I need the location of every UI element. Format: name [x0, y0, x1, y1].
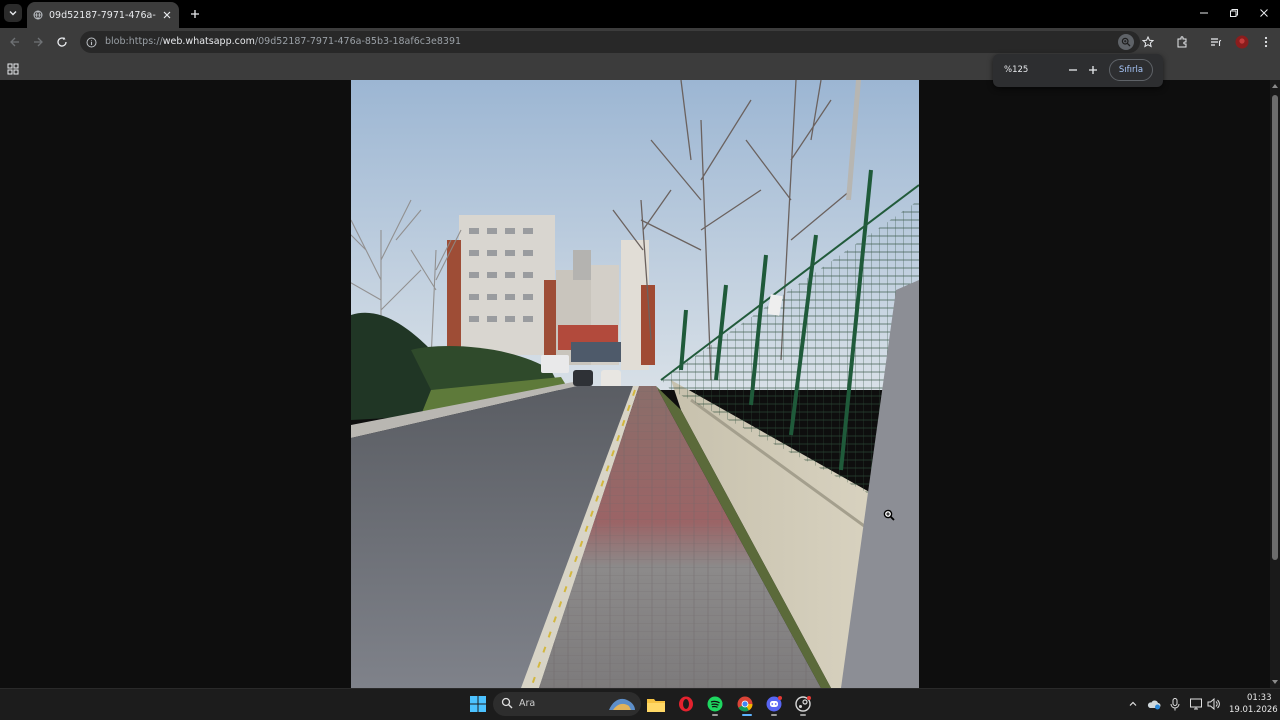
zoom-in-cursor-icon [883, 509, 895, 521]
url-scheme: blob:https:// [105, 36, 163, 47]
clock-date[interactable]: 19.01.2026 [1229, 705, 1278, 715]
new-tab-button[interactable] [187, 6, 203, 22]
reload-icon [57, 37, 67, 47]
search-icon [501, 697, 513, 709]
chrome-icon[interactable] [735, 694, 755, 714]
avatar-icon [1235, 35, 1249, 49]
search-highlight-icon [609, 698, 635, 710]
url-host: web.whatsapp.com [162, 36, 255, 47]
url-text[interactable]: blob:https://web.whatsapp.com/09d52187-7… [105, 36, 461, 47]
volume-icon[interactable] [1206, 697, 1220, 711]
zoom-in-button[interactable] [1085, 62, 1101, 78]
onedrive-cloud-icon[interactable] [1147, 697, 1161, 711]
steam-icon[interactable] [793, 694, 813, 714]
bookmark-star-icon[interactable] [1140, 34, 1156, 50]
back-button[interactable] [6, 33, 24, 51]
tray-overflow-chevron-icon[interactable] [1126, 697, 1140, 711]
tab-search-button[interactable] [4, 4, 22, 22]
forward-button[interactable] [29, 33, 47, 51]
discord-icon[interactable] [764, 694, 784, 714]
clock-time[interactable]: 01:33 [1247, 693, 1272, 703]
restore-icon [1230, 9, 1238, 17]
browser-tab[interactable]: 09d52187-7971-476a-85b3-18af6c3e8391 [27, 2, 179, 28]
zoom-out-button[interactable] [1065, 62, 1081, 78]
zoom-icon[interactable] [1118, 34, 1134, 50]
playlist-icon [1211, 38, 1222, 46]
opera-icon[interactable] [676, 694, 696, 714]
extensions-button[interactable] [1173, 33, 1191, 51]
scroll-up-icon[interactable] [1271, 82, 1279, 90]
scroll-down-icon[interactable] [1271, 678, 1279, 686]
arrow-left-icon [10, 37, 19, 47]
plus-icon [1089, 66, 1097, 74]
restore-button[interactable] [1224, 4, 1244, 22]
apps-grid-icon[interactable] [7, 60, 21, 75]
windows-start-icon[interactable] [468, 694, 488, 714]
chevron-down-icon [9, 11, 17, 16]
tab-title: 09d52187-7971-476a-85b3-18af6c3e8391 [49, 9, 156, 21]
street-photo[interactable] [351, 80, 919, 688]
file-explorer-icon[interactable] [646, 694, 666, 714]
scrollbar-thumb[interactable] [1272, 95, 1278, 560]
url-path: /09d52187-7971-476a-85b3-18af6c3e8391 [254, 36, 462, 47]
minimize-icon [1200, 12, 1208, 14]
globe-icon [33, 10, 43, 20]
running-app-indicator [712, 714, 718, 716]
plus-icon [191, 10, 199, 18]
search-placeholder: Ara [519, 698, 536, 709]
microphone-icon[interactable] [1168, 697, 1182, 711]
arrow-right-icon [34, 37, 43, 47]
menu-button[interactable] [1257, 33, 1275, 51]
profile-avatar[interactable] [1233, 33, 1251, 51]
active-app-indicator [742, 714, 752, 716]
kebab-menu-icon [1264, 36, 1268, 48]
zoom-popup: %125 Sıfırla [993, 54, 1163, 87]
close-window-button[interactable] [1254, 4, 1274, 22]
zoom-level: %125 [1004, 65, 1029, 75]
site-info-icon[interactable] [84, 35, 98, 49]
close-icon[interactable] [162, 9, 173, 21]
running-app-indicator [771, 714, 777, 716]
reload-button[interactable] [53, 33, 71, 51]
puzzle-icon [1177, 36, 1187, 48]
zoom-reset-button[interactable]: Sıfırla [1109, 59, 1153, 81]
network-icon[interactable] [1189, 697, 1203, 711]
running-app-indicator [800, 714, 806, 716]
minimize-button[interactable] [1194, 4, 1214, 22]
media-controls-button[interactable] [1207, 33, 1225, 51]
spotify-icon[interactable] [705, 694, 725, 714]
close-icon [1260, 9, 1268, 17]
minus-icon [1069, 69, 1077, 71]
